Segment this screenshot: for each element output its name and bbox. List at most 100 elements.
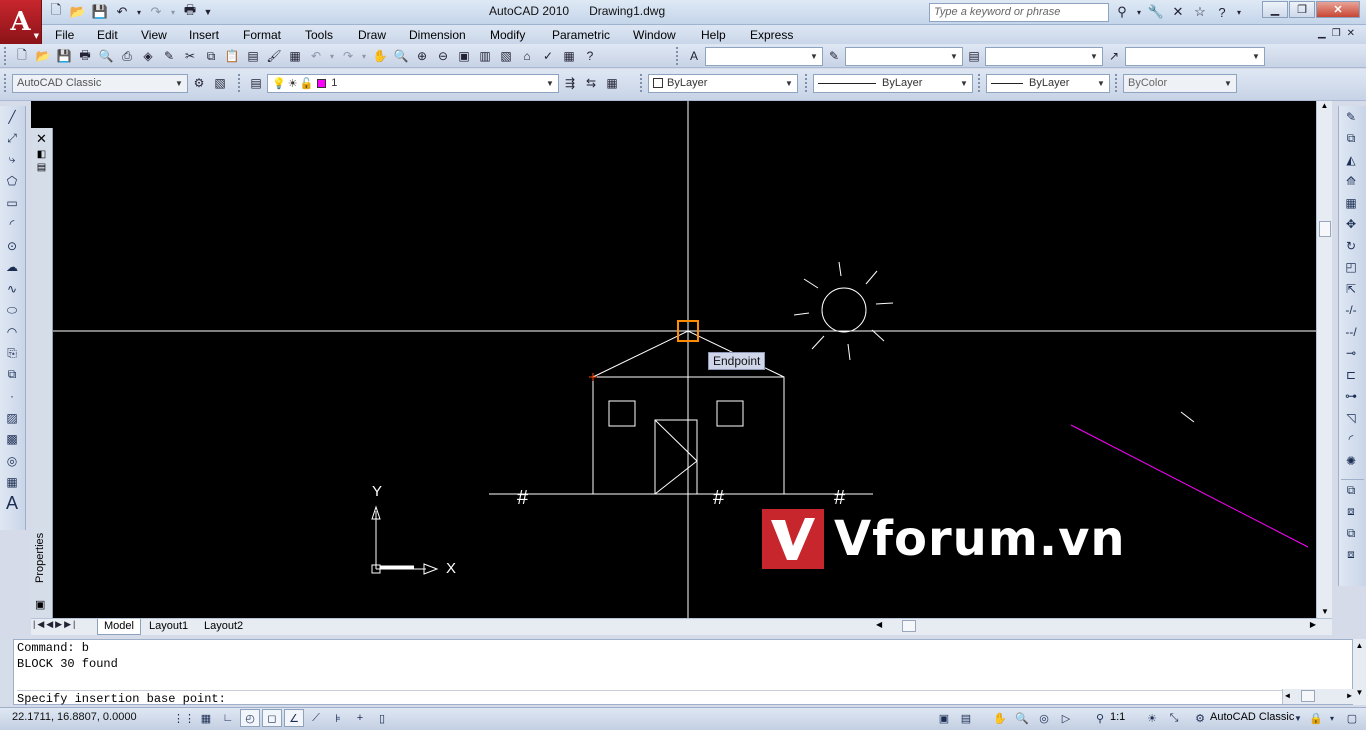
- command-vscroll[interactable]: ▲ ▼: [1353, 639, 1366, 705]
- scroll-right-icon[interactable]: ▶: [1310, 620, 1316, 629]
- open-folder-icon[interactable]: 📂: [68, 2, 88, 22]
- save-icon[interactable]: 💾: [90, 2, 110, 22]
- match-prop-brush-icon[interactable]: 🖌: [264, 46, 284, 66]
- undo-dropdown-icon[interactable]: ▾: [134, 2, 144, 22]
- undo-dropdown-icon[interactable]: ▾: [327, 46, 337, 66]
- scroll-left-icon[interactable]: ◀: [876, 620, 882, 629]
- plot-preview-icon[interactable]: 🔍: [96, 46, 116, 66]
- explode-icon[interactable]: ✺: [1339, 450, 1363, 472]
- dim-style-icon[interactable]: ✎: [824, 46, 844, 66]
- toolbar-lock-icon[interactable]: 🔒: [1306, 709, 1326, 727]
- command-prompt[interactable]: Specify insertion base point:: [17, 690, 1352, 707]
- layer-previous-icon[interactable]: ⇆: [581, 73, 601, 93]
- close-icon[interactable]: ✕: [31, 131, 52, 147]
- layer-select[interactable]: 💡☀🔓 1 ▼: [267, 73, 559, 93]
- text-style-icon[interactable]: A: [684, 46, 704, 66]
- scroll-down-icon[interactable]: ▼: [1317, 607, 1333, 616]
- save-icon[interactable]: 💾: [54, 46, 74, 66]
- snap-mode-icon[interactable]: ⋮⋮: [173, 709, 195, 727]
- object-snap-icon[interactable]: ◻: [262, 709, 282, 727]
- toolbar-grip[interactable]: [640, 74, 644, 92]
- polyline-icon[interactable]: ⤷: [0, 149, 24, 171]
- autohide-icon[interactable]: ◧: [31, 149, 52, 160]
- tab-layout1[interactable]: Layout1: [143, 619, 194, 635]
- dynamic-input-icon[interactable]: ⊧: [328, 709, 348, 727]
- annotation-scale-value[interactable]: 1:1: [1110, 711, 1125, 723]
- join-icon[interactable]: ⊶: [1339, 386, 1363, 408]
- search-dropdown-icon[interactable]: ▾: [1134, 2, 1144, 22]
- revision-cloud-icon[interactable]: ☁: [0, 257, 24, 279]
- satellite-icon[interactable]: ✕: [1168, 2, 1188, 22]
- command-hscroll-thumb[interactable]: [1301, 690, 1315, 702]
- chevron-down-icon[interactable]: ▼: [1292, 709, 1304, 727]
- help-icon[interactable]: ?: [580, 46, 600, 66]
- zoom-window-icon[interactable]: ⊕: [412, 46, 432, 66]
- 3d-dwf-icon[interactable]: ◈: [138, 46, 158, 66]
- toolbar-grip[interactable]: [805, 74, 809, 92]
- help-dropdown-icon[interactable]: ▾: [1234, 2, 1244, 22]
- plot-icon[interactable]: 🖶: [180, 2, 200, 22]
- stretch-icon[interactable]: ⇱: [1339, 278, 1363, 300]
- properties-palette-collapsed[interactable]: ✕ ◧ ▤ Properties ▣: [31, 128, 53, 618]
- menu-modify[interactable]: Modify: [490, 28, 525, 42]
- text-style-select[interactable]: ▼: [705, 46, 823, 66]
- linetype-control-select[interactable]: ByLayer ▼: [813, 73, 973, 93]
- tab-navigation-arrows[interactable]: |◀◀▶▶|: [33, 619, 77, 630]
- pan-status-icon[interactable]: ✋: [990, 709, 1010, 727]
- toolbar-grip[interactable]: [4, 74, 8, 92]
- command-window-grip[interactable]: [0, 639, 13, 705]
- zoom-previous-icon[interactable]: ⊖: [433, 46, 453, 66]
- paste-block-icon[interactable]: ▤: [243, 46, 263, 66]
- draworder-front-icon[interactable]: ⧉: [1339, 480, 1363, 502]
- scroll-up-icon[interactable]: ▲: [1317, 101, 1332, 110]
- favorites-star-icon[interactable]: ☆: [1190, 2, 1210, 22]
- help-icon[interactable]: ?: [1212, 2, 1232, 22]
- redo-icon[interactable]: ↷: [146, 2, 166, 22]
- annotation-scale-icon[interactable]: ⚲: [1090, 709, 1110, 727]
- menu-view[interactable]: View: [141, 28, 167, 42]
- menu-insert[interactable]: Insert: [189, 28, 219, 42]
- menu-dimension[interactable]: Dimension: [409, 28, 466, 42]
- paste-icon[interactable]: 📋: [222, 46, 242, 66]
- undo-icon[interactable]: ↶: [112, 2, 132, 22]
- tab-layout2[interactable]: Layout2: [198, 619, 249, 635]
- erase-icon[interactable]: ✎: [1339, 106, 1363, 128]
- hatch-icon[interactable]: ▨: [0, 407, 24, 429]
- menu-draw[interactable]: Draw: [358, 28, 386, 42]
- mleader-style-icon[interactable]: ↗: [1104, 46, 1124, 66]
- horizontal-scrollbar[interactable]: ◀ ▶: [876, 620, 1316, 633]
- application-menu-button[interactable]: A ▼: [0, 0, 42, 44]
- model-space-icon[interactable]: ▣: [934, 709, 954, 727]
- quick-view-layouts-icon[interactable]: ▤: [956, 709, 976, 727]
- arc-icon[interactable]: ◜: [0, 214, 24, 236]
- lineweight-control-select[interactable]: ByLayer ▼: [986, 73, 1110, 93]
- tool-palettes-icon[interactable]: ▧: [496, 46, 516, 66]
- object-snap-tracking-icon[interactable]: ∠: [284, 709, 304, 727]
- quick-properties-icon[interactable]: ▯: [372, 709, 392, 727]
- draworder-above-icon[interactable]: ⧉: [1339, 523, 1363, 545]
- insert-block-icon[interactable]: ⎘: [0, 343, 24, 365]
- toolbar-grip[interactable]: [1115, 74, 1119, 92]
- workspace-switch-label[interactable]: AutoCAD Classic: [1210, 711, 1294, 723]
- restore-button[interactable]: ❐: [1289, 1, 1315, 18]
- rotate-icon[interactable]: ↻: [1339, 235, 1363, 257]
- point-icon[interactable]: ·: [0, 386, 24, 408]
- menu-parametric[interactable]: Parametric: [552, 28, 610, 42]
- vertical-scroll-thumb[interactable]: [1319, 221, 1331, 237]
- table-style-select[interactable]: ▼: [985, 46, 1103, 66]
- search-input[interactable]: Type a keyword or phrase: [929, 3, 1109, 22]
- menu-window[interactable]: Window: [633, 28, 676, 42]
- array-icon[interactable]: ▦: [1339, 192, 1363, 214]
- properties-icon[interactable]: ▣: [454, 46, 474, 66]
- coordinate-readout[interactable]: 22.1711, 16.8807, 0.0000: [12, 711, 137, 723]
- annotation-visibility-icon[interactable]: ☀: [1142, 709, 1162, 727]
- make-block-icon[interactable]: ⧉: [0, 364, 24, 386]
- mirror-icon[interactable]: ◭: [1339, 149, 1363, 171]
- lineweight-toggle-icon[interactable]: +: [350, 709, 370, 727]
- toolbar-grip[interactable]: [4, 47, 8, 65]
- qat-customize-icon[interactable]: ▼: [202, 2, 214, 22]
- redo-icon[interactable]: ↷: [338, 46, 358, 66]
- region-icon[interactable]: ◎: [0, 450, 24, 472]
- pan-icon[interactable]: ✋: [370, 46, 390, 66]
- communication-center-icon[interactable]: 🔧: [1146, 2, 1166, 22]
